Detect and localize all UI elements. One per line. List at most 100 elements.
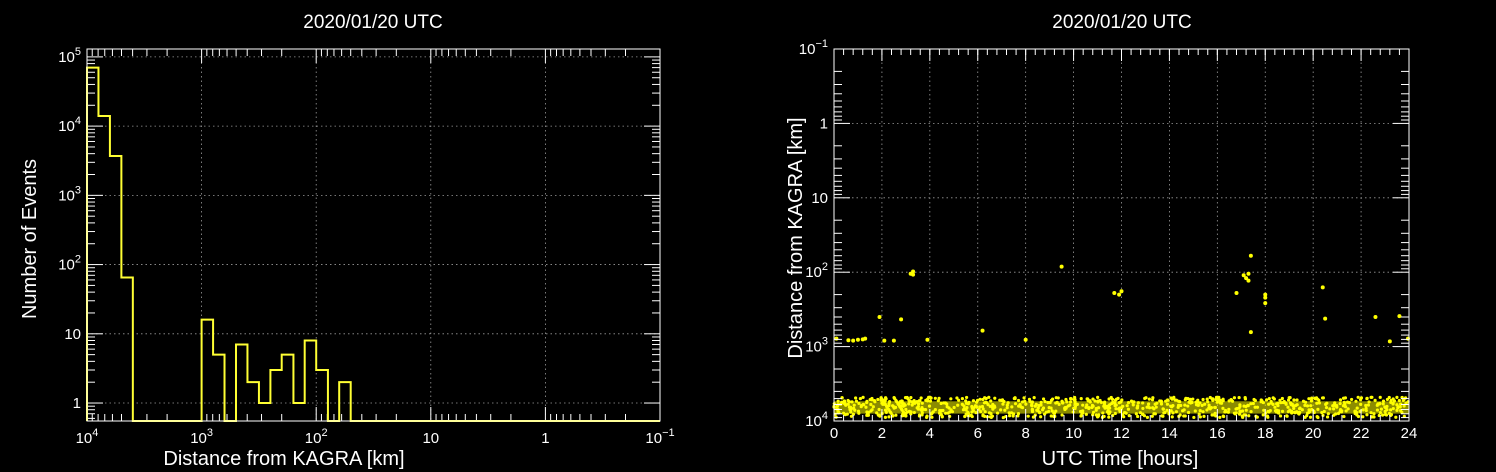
scatter-band-point xyxy=(1165,402,1170,406)
scatter-band-point xyxy=(1102,414,1106,419)
scatter-band-point xyxy=(861,395,865,399)
scatter-band-point xyxy=(1068,403,1072,407)
scatter-band-point xyxy=(877,407,881,412)
scatter-band-point xyxy=(1354,399,1358,403)
scatter-band-point xyxy=(1101,411,1105,415)
scatter-band-point xyxy=(1230,399,1235,403)
scatter-band-point xyxy=(1103,404,1107,409)
histogram-y-tick-label: 10 xyxy=(64,326,81,343)
scatter-band-point xyxy=(1394,415,1398,419)
scatter-band-point xyxy=(1094,408,1098,412)
scatter-band-point xyxy=(919,396,923,400)
scatter-band-point xyxy=(869,402,873,407)
scatter-band-point xyxy=(1198,408,1202,413)
histogram-x-tick-label: 102 xyxy=(305,427,328,447)
scatter-x-tick-label: 8 xyxy=(1021,425,1029,442)
scatter-band-point xyxy=(1151,406,1155,410)
scatter-x-tick-label: 16 xyxy=(1209,425,1226,442)
scatter-band-point xyxy=(1165,398,1170,402)
scatter-band-point xyxy=(1355,406,1359,410)
scatter-band-point xyxy=(1344,409,1348,413)
scatter-band-point xyxy=(1073,402,1077,406)
scatter-band-point xyxy=(1024,402,1028,406)
scatter-band-point xyxy=(1038,411,1042,415)
scatter-panel: 2020/01/20 UTC 0 2 4 6 8 10 12 14 16 18 20 22 2410−1… xyxy=(785,12,1417,470)
scatter-band-point xyxy=(960,397,964,401)
scatter-band-point xyxy=(962,404,966,408)
scatter-band-point xyxy=(1211,397,1215,401)
scatter-band-point xyxy=(1210,413,1214,417)
scatter-band-point xyxy=(1126,407,1131,411)
scatter-band-point xyxy=(1159,402,1164,406)
scatter-band-point xyxy=(1107,397,1111,401)
scatter-band-point xyxy=(1129,399,1134,403)
scatter-band-point xyxy=(1381,402,1385,406)
scatter-band-point xyxy=(1305,414,1309,418)
scatter-band-point xyxy=(1096,406,1101,410)
scatter-band-point xyxy=(1134,412,1138,416)
scatter-band-point xyxy=(983,396,987,400)
scatter-band-point xyxy=(1108,406,1112,410)
scatter-band-point xyxy=(1087,406,1091,411)
scatter-band-point xyxy=(842,401,846,405)
scatter-band-point xyxy=(1007,411,1011,415)
scatter-band-point xyxy=(1119,400,1123,404)
scatter-band-point xyxy=(1186,410,1191,415)
scatter-band-point xyxy=(894,413,898,417)
scatter-band-point xyxy=(1365,396,1369,400)
scatter-band-point xyxy=(930,415,934,419)
scatter-band-point xyxy=(1274,410,1279,414)
scatter-band-point xyxy=(875,411,879,415)
scatter-band-point xyxy=(1162,411,1166,415)
scatter-band-point xyxy=(1286,405,1290,409)
scatter-point xyxy=(911,272,916,277)
scatter-band-point xyxy=(1176,405,1180,409)
scatter-point xyxy=(1246,271,1251,276)
scatter-band-point xyxy=(919,407,923,412)
scatter-band-point xyxy=(1307,397,1311,401)
histogram-x-tick-label: 1 xyxy=(541,430,549,447)
scatter-band-point xyxy=(1376,402,1380,406)
scatter-band-point xyxy=(1060,413,1064,417)
scatter-band-point xyxy=(918,399,922,403)
scatter-band-point xyxy=(1324,405,1329,410)
scatter-point xyxy=(1248,253,1253,258)
scatter-band-point xyxy=(1345,400,1350,404)
scatter-band-point xyxy=(1013,396,1017,401)
scatter-band-point xyxy=(869,409,873,413)
scatter-band-point xyxy=(1247,414,1251,418)
histogram-x-tick-label: 10−1 xyxy=(645,427,674,447)
scatter-band-point xyxy=(1036,406,1040,410)
scatter-band-point xyxy=(1084,412,1088,416)
scatter-band-point xyxy=(965,406,969,410)
scatter-band-point xyxy=(923,407,928,412)
histogram-y-tick-label: 105 xyxy=(58,46,81,66)
scatter-band-point xyxy=(1285,414,1289,418)
scatter-band-point xyxy=(1041,406,1046,410)
scatter-band-point xyxy=(1150,398,1155,402)
scatter-band-point xyxy=(1039,403,1043,407)
scatter-band-point xyxy=(1205,397,1209,401)
histogram-ticks xyxy=(86,49,661,421)
scatter-band-point xyxy=(892,406,896,410)
scatter-band-point xyxy=(1316,407,1320,411)
scatter-band-point xyxy=(970,404,974,409)
scatter-band-point xyxy=(852,406,856,410)
scatter-band-point xyxy=(985,401,989,405)
scatter-band-point xyxy=(1227,407,1231,411)
scatter-band-point xyxy=(992,404,996,408)
histogram-step-line xyxy=(86,66,660,422)
scatter-band-point xyxy=(1379,407,1383,411)
scatter-band-point xyxy=(1383,409,1387,414)
scatter-band-point xyxy=(964,399,968,403)
scatter-band-point xyxy=(1359,396,1364,400)
scatter-band-point xyxy=(1326,412,1330,416)
scatter-point xyxy=(1117,292,1122,297)
scatter-band-point xyxy=(904,414,908,418)
scatter-band-point xyxy=(989,415,993,419)
scatter-band-point xyxy=(1188,401,1193,405)
scatter-band-point xyxy=(1223,410,1227,414)
scatter-band-point xyxy=(1141,406,1145,411)
scatter-band-point xyxy=(1361,408,1365,412)
histogram-y-axis-label: Number of Events xyxy=(19,159,41,319)
